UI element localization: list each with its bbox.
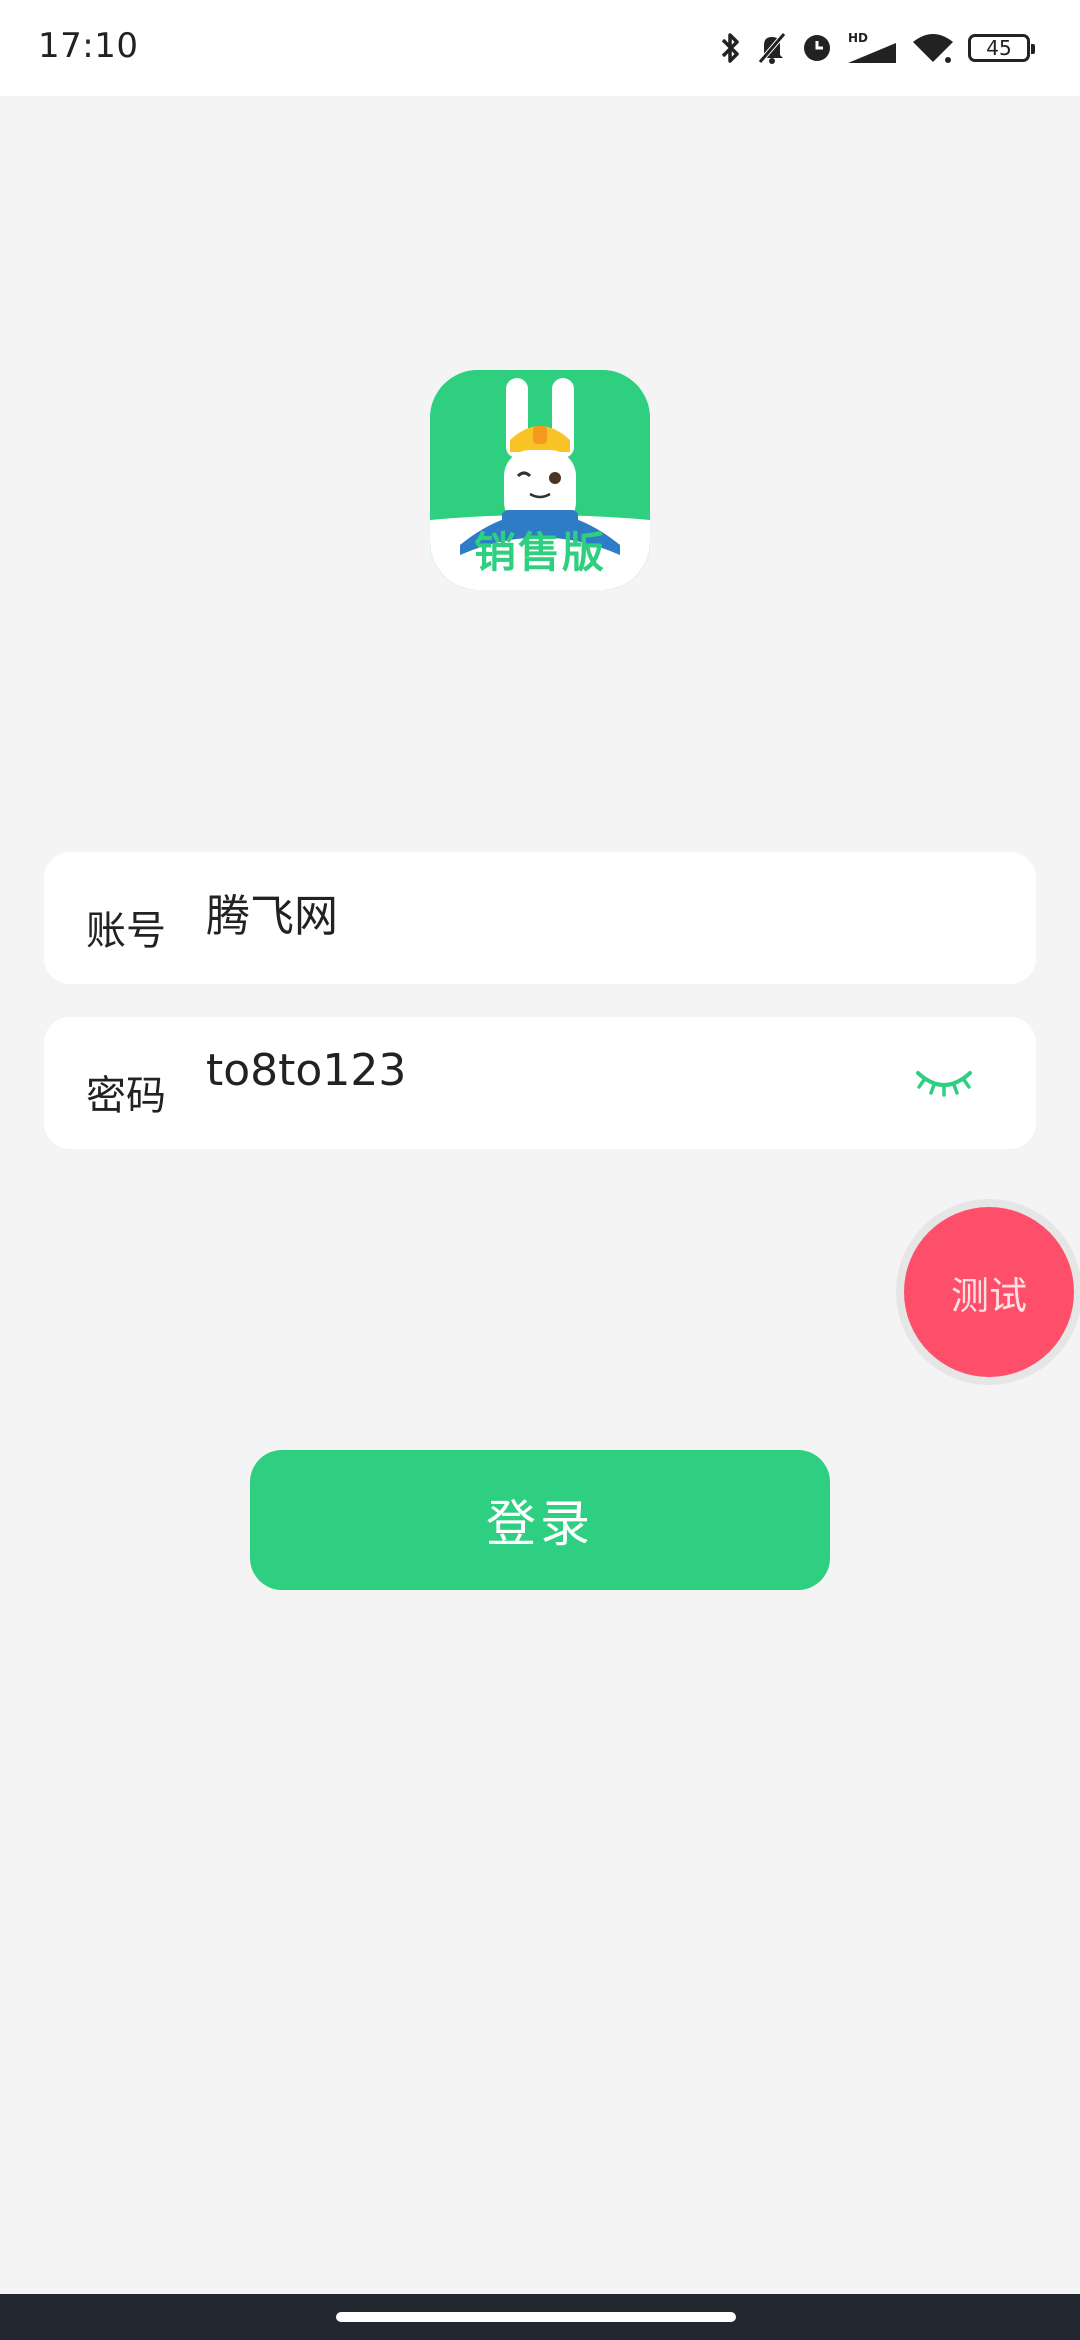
eye-closed-icon[interactable] xyxy=(914,1061,974,1101)
cell-signal-icon: HD xyxy=(846,31,898,65)
password-field[interactable]: 密码 to8to123 xyxy=(44,1017,1036,1149)
status-icons: HD 45 xyxy=(720,22,1035,74)
logo-text: 销售版 xyxy=(473,528,606,577)
password-input[interactable]: to8to123 xyxy=(206,1045,406,1096)
wifi-icon xyxy=(912,32,954,64)
home-indicator[interactable] xyxy=(336,2312,736,2322)
status-bar: 17:10 HD 45 xyxy=(0,0,1080,96)
navigation-bar xyxy=(0,2294,1080,2340)
password-label: 密码 xyxy=(86,1073,166,1119)
test-button-label: 测试 xyxy=(950,1273,1027,1318)
alarm-icon xyxy=(802,33,832,63)
status-time: 17:10 xyxy=(38,26,139,66)
account-field[interactable]: 账号 腾飞网 xyxy=(44,852,1036,984)
mute-bell-icon xyxy=(756,31,788,65)
app-logo: 销售版 xyxy=(430,370,650,590)
account-input[interactable]: 腾飞网 xyxy=(206,880,338,944)
battery-icon: 45 xyxy=(968,34,1035,62)
network-type-label: HD xyxy=(848,31,868,45)
login-button-label: 登录 xyxy=(486,1495,594,1553)
account-label: 账号 xyxy=(86,908,166,954)
test-button[interactable]: 测试 xyxy=(904,1207,1074,1377)
login-button[interactable]: 登录 xyxy=(250,1450,830,1590)
bluetooth-icon xyxy=(720,31,742,65)
